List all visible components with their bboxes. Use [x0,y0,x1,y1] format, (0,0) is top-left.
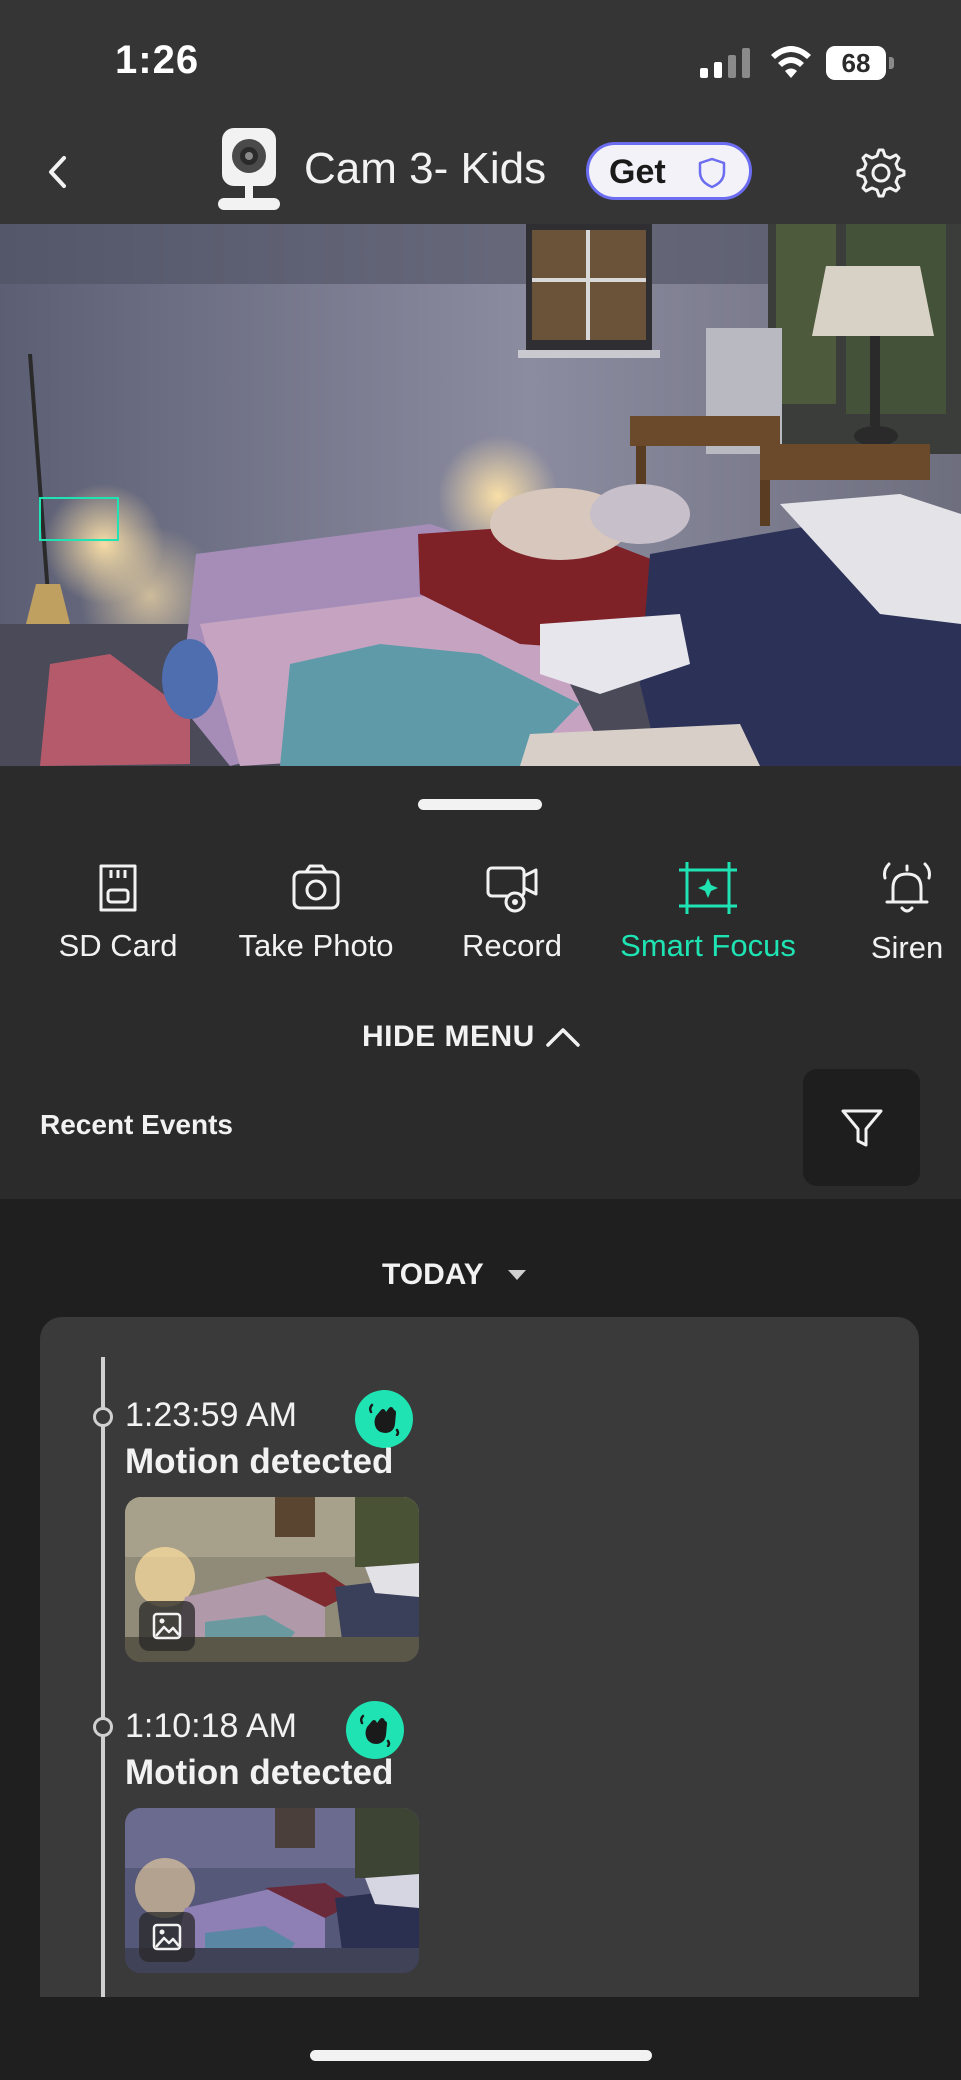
sd-card-icon [99,864,137,912]
recent-events-heading: Recent Events [40,1109,233,1140]
date-filter-label: TODAY [382,1258,484,1291]
focus-icon [679,862,737,914]
motion-wave-icon [368,1403,400,1436]
filter-button[interactable] [803,1069,920,1186]
app-screen: 1:26 68 Cam 3- Kids Get SD Card Take Pho… [0,0,961,2080]
menu-label-take-photo: Take Photo [238,928,394,963]
battery-indicator: 68 [826,46,896,80]
hide-menu-button[interactable]: HIDE MENU [362,1020,581,1064]
event-title: Motion detected [125,1442,394,1481]
battery-tip [889,57,894,69]
menu-label-sd-card: SD Card [58,928,178,963]
camera-name: Cam 3- Kids [304,144,547,193]
header: Cam 3- Kids Get [0,120,961,224]
status-bar: 1:26 68 [0,0,961,120]
filter-icon [841,1109,883,1147]
menu-item-sd-card[interactable]: SD Card [48,862,188,972]
event-item[interactable]: 1:10:18 AM Motion detected [125,1701,725,1977]
chevron-up-icon [546,1028,581,1047]
hide-menu-label: HIDE MENU [362,1020,535,1053]
image-icon [152,1923,182,1951]
image-icon [152,1612,182,1640]
camera-feed-image [0,224,961,766]
get-label: Get [609,153,666,191]
drag-handle[interactable] [418,799,542,810]
motion-badge [355,1390,413,1448]
caret-down-icon [508,1270,527,1280]
event-time: 1:10:18 AM [125,1707,298,1745]
menu-item-take-photo[interactable]: Take Photo [226,862,406,972]
menu-label-record: Record [462,928,562,963]
cellular-signal-icon [700,48,750,78]
gear-icon[interactable] [852,146,906,200]
timeline-line [101,1357,105,1997]
camera-feed[interactable] [0,224,961,766]
video-record-icon [486,866,538,913]
status-time: 1:26 [115,38,200,82]
event-thumbnail[interactable] [125,1497,419,1662]
bell-icon [883,862,931,913]
timeline-dot [93,1717,113,1737]
get-protection-button[interactable]: Get [586,142,752,200]
home-indicator[interactable] [310,2050,652,2061]
camera-icon [292,864,340,910]
motion-wave-icon [359,1714,391,1747]
image-type-badge [139,1601,195,1651]
event-time: 1:23:59 AM [125,1396,298,1434]
menu-label-siren: Siren [870,930,944,965]
camera-icon [218,128,280,210]
menu-item-smart-focus[interactable]: Smart Focus [610,862,806,972]
menu-item-record[interactable]: Record [450,862,574,972]
menu-item-siren[interactable]: Siren [862,862,952,972]
chevron-left-icon[interactable] [42,150,72,194]
event-title: Motion detected [125,1753,394,1792]
image-type-badge [139,1912,195,1962]
menu-label-smart-focus: Smart Focus [620,928,796,963]
wifi-icon [771,46,811,78]
date-filter-dropdown[interactable]: TODAY [382,1258,528,1298]
shield-icon [698,157,726,189]
battery-level: 68 [841,48,871,78]
event-thumbnail[interactable] [125,1808,419,1973]
motion-badge [346,1701,404,1759]
timeline-dot [93,1407,113,1427]
event-item[interactable]: 1:23:59 AM Motion detected [125,1390,725,1666]
